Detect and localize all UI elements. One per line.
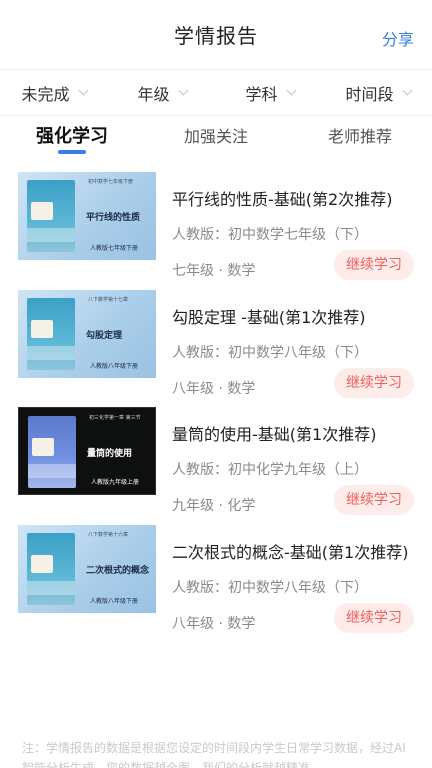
lesson-cover-image: 初三化学第一章 第三节 量筒的使用 人教版九年级上册	[18, 407, 156, 495]
filter-period-label: 时间段	[345, 84, 394, 104]
chevron-down-icon	[78, 85, 88, 95]
share-button[interactable]: 分享	[382, 26, 414, 50]
lesson-cover-image: 八下数学第十七章 勾股定理 人教版八年级下册	[18, 289, 156, 378]
textbook-icon	[27, 297, 75, 370]
cover-headline: 初三化学第一章 第三节	[89, 415, 141, 421]
continue-learning-button[interactable]: 继续学习	[334, 602, 414, 633]
filter-status-label: 未完成	[21, 84, 70, 104]
lesson-meta: 九年级 · 化学	[172, 498, 256, 514]
footer-note: 注：学情报告的数据是根据您设定的时间段内学生日常学习数据，经过AI智能分析生成，…	[22, 741, 406, 768]
list-item[interactable]: 八下数学第十七章 勾股定理 人教版八年级下册 勾股定理 -基础(第1次推荐) 人…	[0, 289, 432, 408]
textbook-icon	[27, 180, 75, 252]
lesson-meta: 八年级 · 数学	[172, 615, 256, 632]
filter-status[interactable]: 未完成	[0, 81, 108, 105]
page-title: 学情报告	[174, 24, 258, 48]
lesson-title: 勾股定理 -基础(第1次推荐)	[172, 307, 366, 327]
cover-topic: 二次根式的概念	[86, 565, 150, 576]
lesson-title: 二次根式的概念-基础(第1次推荐)	[172, 542, 409, 562]
tab-bar: 强化学习 加强关注 老师推荐	[0, 116, 432, 160]
textbook-icon	[27, 532, 75, 605]
filter-grade[interactable]: 年级	[108, 81, 216, 105]
filter-period[interactable]: 时间段	[324, 81, 432, 105]
list-item[interactable]: 初三化学第一章 第三节 量筒的使用 人教版九年级上册 量筒的使用-基础(第1次推…	[0, 407, 432, 525]
cover-headline: 八下数学第十七章	[88, 296, 129, 303]
lesson-cover-image: 初中数学七年级下册 平行线的性质 人教版七年级下册	[18, 172, 156, 260]
tab-attention[interactable]: 加强关注	[144, 116, 288, 160]
textbook-icon	[28, 416, 76, 488]
filter-subject[interactable]: 学科	[216, 81, 324, 105]
lesson-title: 量筒的使用-基础(第1次推荐)	[172, 425, 377, 444]
cover-publisher: 人教版七年级下册	[90, 245, 139, 252]
lesson-meta: 七年级 · 数学	[172, 263, 256, 279]
continue-learning-button[interactable]: 继续学习	[334, 485, 414, 515]
lesson-edition: 人教版：初中数学八年级（下）	[172, 579, 368, 596]
filter-grade-label: 年级	[137, 84, 170, 104]
chevron-down-icon	[286, 85, 296, 95]
app-header: 学情报告 分享	[0, 0, 432, 70]
continue-learning-button[interactable]: 继续学习	[334, 367, 414, 398]
lesson-edition: 人教版：初中数学七年级（下）	[172, 227, 368, 243]
lesson-edition: 人教版：初中数学八年级（下）	[172, 344, 368, 361]
active-tab-indicator	[58, 150, 86, 154]
cover-publisher: 人教版八年级下册	[90, 597, 139, 605]
lesson-cover-image: 八下数学第十六章 二次根式的概念 人教版八年级下册	[18, 524, 156, 613]
cover-headline: 八下数学第十六章	[88, 531, 129, 538]
filter-subject-label: 学科	[245, 84, 278, 104]
chevron-down-icon	[402, 85, 412, 95]
list-item[interactable]: 八下数学第十六章 二次根式的概念 人教版八年级下册 二次根式的概念-基础(第1次…	[0, 524, 432, 643]
list-item[interactable]: 初中数学七年级下册 平行线的性质 人教版七年级下册 平行线的性质-基础(第2次推…	[0, 172, 432, 290]
lesson-title: 平行线的性质-基础(第2次推荐)	[172, 190, 393, 209]
cover-headline: 初中数学七年级下册	[88, 179, 134, 185]
cover-topic: 平行线的性质	[86, 213, 141, 223]
tab-reinforce[interactable]: 强化学习	[0, 116, 144, 160]
tab-reinforce-label: 强化学习	[36, 126, 108, 147]
lesson-edition: 人教版：初中化学九年级（上）	[172, 462, 368, 478]
chevron-down-icon	[178, 85, 188, 95]
cover-topic: 勾股定理	[86, 330, 123, 341]
tab-teacher-recommend[interactable]: 老师推荐	[288, 116, 432, 160]
tab-attention-label: 加强关注	[183, 127, 248, 146]
cover-publisher: 人教版八年级下册	[90, 362, 139, 370]
lesson-meta: 八年级 · 数学	[172, 380, 256, 397]
cover-topic: 量筒的使用	[87, 449, 133, 459]
cover-publisher: 人教版九年级上册	[91, 479, 140, 486]
tab-teacher-recommend-label: 老师推荐	[327, 127, 392, 146]
lesson-list: 初中数学七年级下册 平行线的性质 人教版七年级下册 平行线的性质-基础(第2次推…	[0, 160, 432, 642]
continue-learning-button[interactable]: 继续学习	[334, 250, 414, 280]
filter-bar: 未完成 年级 学科 时间段	[0, 70, 432, 116]
